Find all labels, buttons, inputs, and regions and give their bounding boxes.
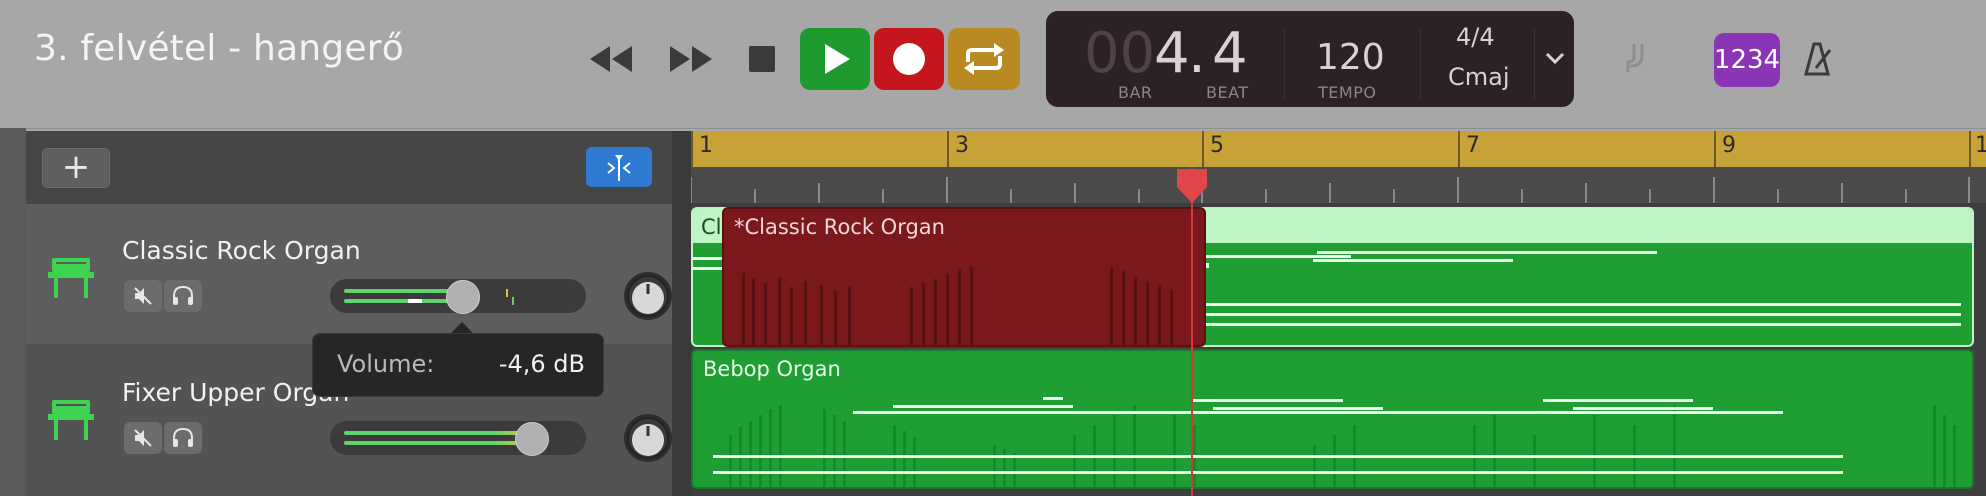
record-icon xyxy=(893,43,925,75)
record-button[interactable] xyxy=(874,28,944,90)
pan-knob-icon xyxy=(627,417,669,459)
speaker-muted-icon xyxy=(134,429,152,447)
mute-button[interactable] xyxy=(124,280,162,312)
pan-knob-icon xyxy=(627,275,669,317)
lcd-dot: . xyxy=(1188,21,1206,86)
track-headers-toolbar: + xyxy=(26,131,672,204)
region-bebop-organ[interactable]: Bebop Organ xyxy=(691,349,1974,489)
organ-icon xyxy=(48,400,94,440)
lcd-time-signature: 4/4 xyxy=(1456,23,1495,51)
playhead-line[interactable] xyxy=(1191,167,1193,496)
tooltip-label: Volume: xyxy=(337,350,435,378)
headphones-icon xyxy=(173,427,193,447)
fast-forward-button[interactable] xyxy=(664,28,716,90)
lcd-tempo-value: 120 xyxy=(1316,37,1385,78)
lcd-tempo-label: TEMPO xyxy=(1318,83,1377,102)
lcd-beat-value: 4 xyxy=(1212,21,1248,86)
add-track-button[interactable]: + xyxy=(42,148,110,188)
ruler-mark-11: 1 xyxy=(1975,133,1986,158)
playhead-icon[interactable] xyxy=(1175,167,1209,205)
rewind-button[interactable] xyxy=(586,28,638,90)
metronome-icon[interactable] xyxy=(1796,38,1836,80)
region-label: Bebop Organ xyxy=(703,357,841,381)
lcd-bar-leading-zeros: 00 xyxy=(1084,21,1156,86)
mute-button[interactable] xyxy=(124,422,162,454)
organ-icon xyxy=(48,258,94,298)
track-name[interactable]: Classic Rock Organ xyxy=(122,236,361,265)
stop-button[interactable] xyxy=(746,28,778,90)
fast-forward-icon xyxy=(670,46,712,72)
headphones-icon xyxy=(173,285,193,305)
cycle-button[interactable] xyxy=(948,28,1020,90)
play-icon xyxy=(825,44,850,74)
solo-button[interactable] xyxy=(164,422,202,454)
stop-icon xyxy=(749,46,775,72)
pan-knob[interactable] xyxy=(624,414,672,462)
ruler-mark-7: 7 xyxy=(1466,133,1480,158)
tuner-icon[interactable] xyxy=(1612,38,1652,78)
catch-playhead-icon xyxy=(607,155,631,181)
midi-velocity-bars xyxy=(742,267,1173,345)
left-edge xyxy=(0,128,26,496)
volume-slider[interactable] xyxy=(330,421,586,456)
window-title: 3. felvétel - hangerő xyxy=(34,28,404,69)
volume-slider-thumb[interactable] xyxy=(514,422,549,456)
ruler-mark-1: 1 xyxy=(699,133,713,158)
add-track-label: + xyxy=(61,147,91,187)
region-label: Cl xyxy=(701,215,722,239)
lcd-bar-label: BAR xyxy=(1118,83,1153,102)
header-divider xyxy=(672,131,691,496)
tooltip-value: -4,6 dB xyxy=(498,350,585,378)
smart-tempo-button[interactable] xyxy=(586,147,652,187)
volume-tooltip: Volume: -4,6 dB xyxy=(312,333,604,397)
lcd-key: Cmaj xyxy=(1448,63,1510,91)
speaker-muted-icon xyxy=(134,287,152,305)
beat-ticks xyxy=(690,177,1970,203)
beat-ruler[interactable] xyxy=(690,167,1986,203)
control-bar: 3. felvétel - hangerő 00 4 . 4 BAR BEAT … xyxy=(0,0,1986,129)
track-header-1[interactable]: Classic Rock Organ xyxy=(26,204,672,344)
region-classic-rock-organ-selected[interactable]: *Classic Rock Organ xyxy=(722,207,1206,347)
volume-slider-thumb[interactable] xyxy=(445,280,480,314)
rewind-icon xyxy=(590,46,632,72)
count-in-label: 1234 xyxy=(1713,45,1781,75)
ruler-mark-9: 9 xyxy=(1722,133,1736,158)
ruler-mark-5: 5 xyxy=(1210,133,1224,158)
midi-notes xyxy=(713,397,1956,487)
lcd-display[interactable]: 00 4 . 4 BAR BEAT 120 TEMPO 4/4 Cmaj xyxy=(1046,11,1574,107)
lcd-bar-value: 4 xyxy=(1154,21,1190,86)
chevron-down-icon[interactable] xyxy=(1544,49,1566,69)
pan-knob[interactable] xyxy=(624,272,672,320)
bar-ruler[interactable]: 1 3 5 7 9 1 xyxy=(691,131,1986,167)
lcd-beat-label: BEAT xyxy=(1206,83,1249,102)
count-in-button[interactable]: 1234 xyxy=(1714,33,1780,87)
ruler-mark-3: 3 xyxy=(955,133,969,158)
region-label: *Classic Rock Organ xyxy=(734,215,945,239)
cycle-icon xyxy=(964,43,1004,75)
volume-slider[interactable] xyxy=(330,279,586,314)
play-button[interactable] xyxy=(800,28,870,90)
solo-button[interactable] xyxy=(164,280,202,312)
